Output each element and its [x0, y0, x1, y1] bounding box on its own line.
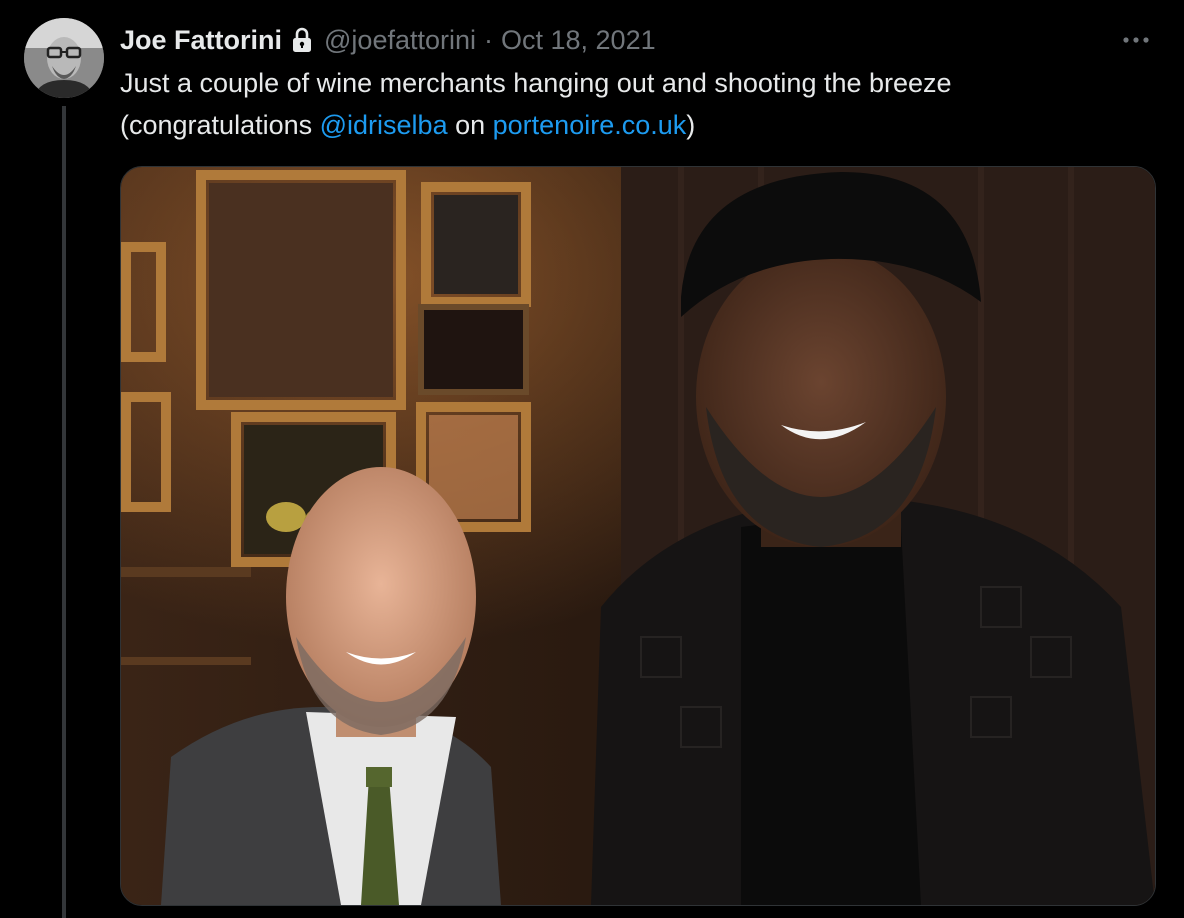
author-name[interactable]: Joe Fattorini: [120, 25, 282, 56]
tweet[interactable]: Joe Fattorini @joefattorini · Oct 18, 20…: [0, 0, 1184, 918]
photo-image: [121, 167, 1155, 905]
separator-dot: ·: [484, 24, 493, 55]
url-link[interactable]: portenoire.co.uk: [493, 110, 687, 140]
thread-line: [62, 106, 66, 918]
tweet-date[interactable]: Oct 18, 2021: [501, 25, 656, 56]
tweet-text: Just a couple of wine merchants hanging …: [120, 62, 1140, 146]
author-avatar[interactable]: [24, 18, 104, 98]
tweet-text-part3: ): [686, 110, 696, 140]
mention-link[interactable]: @idriselba: [320, 110, 448, 140]
author-handle[interactable]: @joefattorini: [324, 25, 476, 56]
tweet-text-part2: on: [447, 110, 493, 140]
tweet-photo[interactable]: [120, 166, 1156, 906]
more-options-button[interactable]: [1118, 22, 1154, 58]
more-dots-icon: [1123, 37, 1149, 43]
lock-icon: [290, 26, 314, 54]
avatar-image: [24, 18, 104, 98]
tweet-header: Joe Fattorini @joefattorini · Oct 18, 20…: [120, 20, 656, 60]
